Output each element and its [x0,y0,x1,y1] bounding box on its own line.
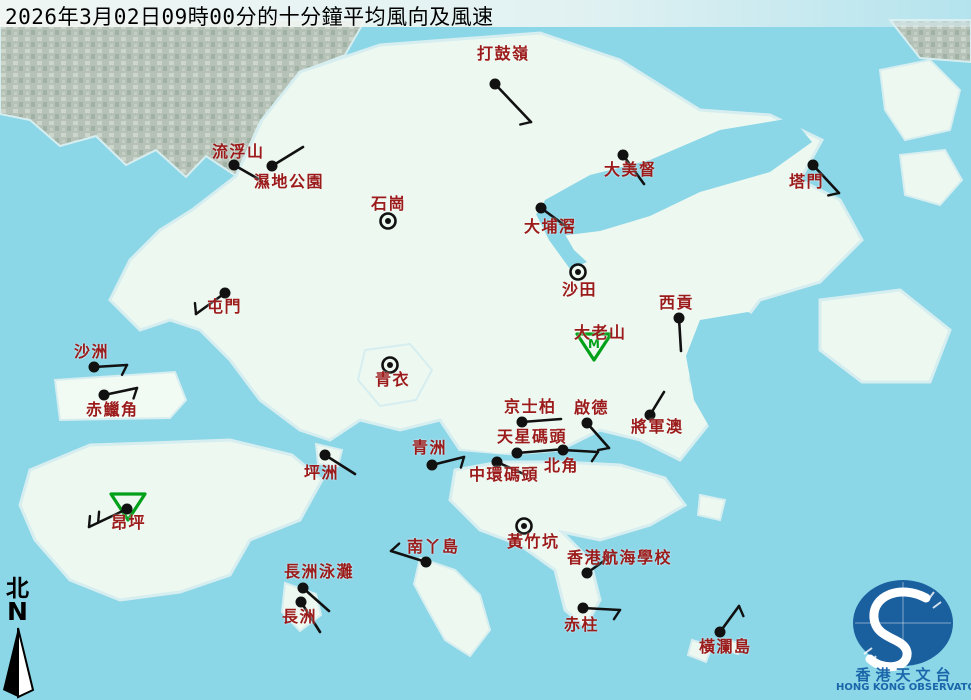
station-label-stanley: 赤柱 [564,615,600,634]
station-label-sha-chau: 沙洲 [74,342,110,361]
station-label-peng-chau: 坪洲 [304,463,340,482]
station-label-green-island: 青洲 [412,438,448,457]
station-label-tuen-mun: 屯門 [207,297,243,316]
station-label-shek-kong: 石崗 [371,194,407,213]
landmass-tung-lung [696,493,727,522]
station-label-kings-park: 京士柏 [504,397,557,416]
wind-map-screen: M 2026年3月02日09時00分的十分鐘平均風向及風速 打鼓嶺流浮山濕地公園… [0,0,971,700]
compass: 北 N [3,578,39,624]
station-label-ngong-ping: 昂坪 [111,513,147,532]
station-label-chek-lap-kok: 赤鱲角 [86,400,139,419]
station-label-tai-po-kau: 大埔滘 [524,217,577,236]
hko-logo-name-en: HONG KONG OBSERVATORY [836,682,971,693]
map-canvas: M [0,0,971,700]
station-label-sha-tin: 沙田 [562,280,598,299]
station-label-lau-fau-shan: 流浮山 [212,142,265,161]
station-label-wong-chuk-hang: 黃竹坑 [507,532,560,551]
station-label-north-point: 北角 [544,456,580,475]
map-title: 2026年3月02日09時00分的十分鐘平均風向及風速 [5,5,494,29]
station-label-tates-cairn: 大老山 [574,323,627,342]
station-label-lamma-island: 南丫島 [407,537,460,556]
station-label-cheung-chau: 長洲 [282,607,318,626]
compass-north-letter: N [7,597,28,626]
station-label-tseung-kwan-o: 將軍澳 [631,417,684,436]
station-label-cheung-chau-beach: 長洲泳灘 [284,562,355,581]
station-label-wetland-park: 濕地公園 [254,172,325,191]
station-label-tsing-yi: 青衣 [375,370,411,389]
station-label-waglan-island: 橫瀾島 [699,637,752,656]
station-label-tap-mun: 塔門 [789,172,825,191]
station-label-kai-tak: 啟德 [574,398,610,417]
station-label-tai-mei-tuk: 大美督 [604,160,657,179]
station-label-central-pier: 中環碼頭 [469,465,540,484]
station-label-hk-sea-school: 香港航海學校 [567,548,673,567]
station-label-star-ferry-pier: 天星碼頭 [497,427,568,446]
station-label-ta-kwu-ling: 打鼓嶺 [477,44,530,63]
hko-logo: 香港天文台 HONG KONG OBSERVATORY [836,578,971,700]
station-label-sai-kung: 西貢 [659,293,695,312]
